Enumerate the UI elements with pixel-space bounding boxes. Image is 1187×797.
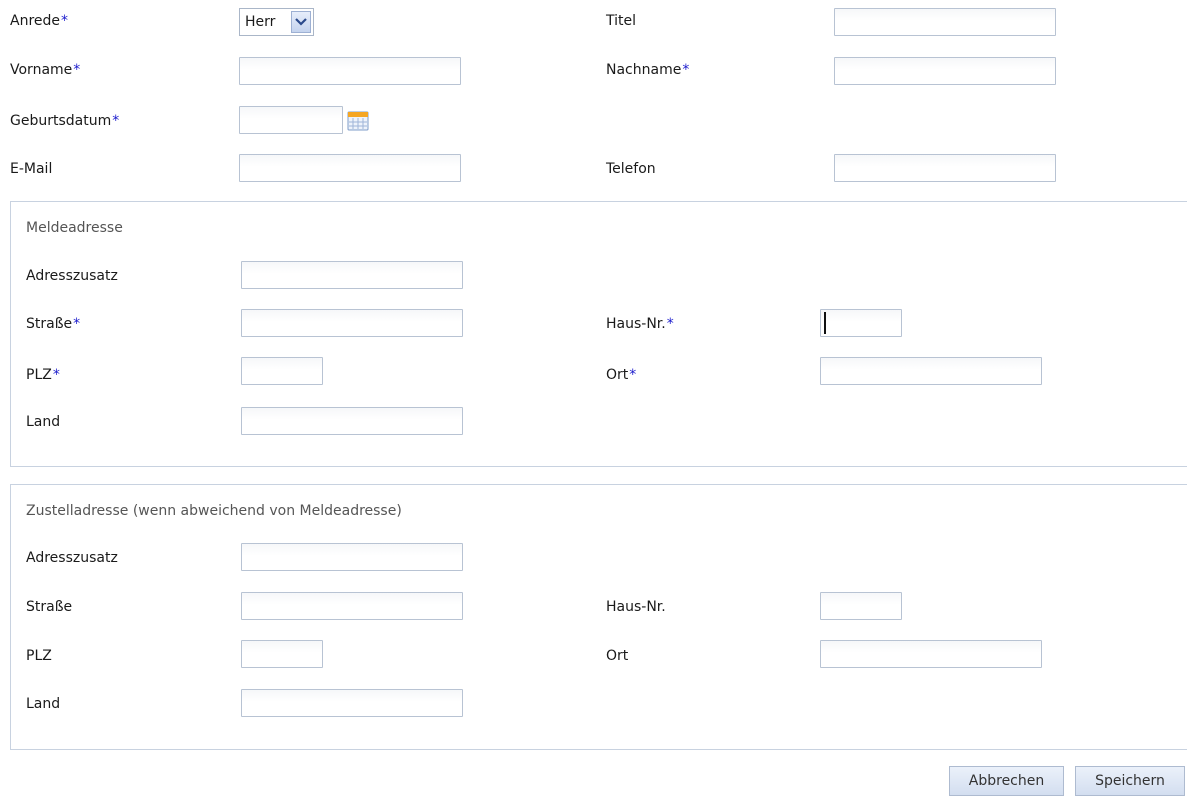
save-button[interactable]: Speichern xyxy=(1075,766,1185,796)
calendar-icon[interactable] xyxy=(346,109,370,133)
required-marker: * xyxy=(666,316,674,332)
text-cursor xyxy=(824,312,826,334)
zustell-ort-field[interactable] xyxy=(820,640,1042,668)
zustell-hausnr-label: Haus-Nr. xyxy=(606,599,666,615)
melde-plz-label: PLZ* xyxy=(26,367,60,383)
chevron-down-icon[interactable] xyxy=(291,11,311,33)
zustell-hausnr-field[interactable] xyxy=(820,592,902,620)
melde-adresszusatz-label: Adresszusatz xyxy=(26,268,118,284)
required-marker: * xyxy=(73,316,81,332)
zustelladresse-legend: Zustelladresse (wenn abweichend von Meld… xyxy=(26,503,402,519)
zustell-plz-field[interactable] xyxy=(241,640,323,668)
melde-hausnr-label: Haus-Nr.* xyxy=(606,316,674,332)
zustell-plz-label: PLZ xyxy=(26,648,52,664)
melde-adresszusatz-field[interactable] xyxy=(241,261,463,289)
telefon-field[interactable] xyxy=(834,154,1056,182)
cancel-button[interactable]: Abbrechen xyxy=(949,766,1064,796)
zustell-adresszusatz-label: Adresszusatz xyxy=(26,550,118,566)
geburtsdatum-field[interactable] xyxy=(239,106,343,134)
meldeadresse-section xyxy=(10,201,1187,467)
zustell-land-field[interactable] xyxy=(241,689,463,717)
anrede-selected-value: Herr xyxy=(245,14,276,30)
required-marker: * xyxy=(52,367,60,383)
anrede-select[interactable]: Herr xyxy=(239,8,314,36)
email-field[interactable] xyxy=(239,154,461,182)
zustell-ort-label: Ort xyxy=(606,648,629,664)
melde-land-field[interactable] xyxy=(241,407,463,435)
melde-strasse-label: Straße* xyxy=(26,316,81,332)
required-marker: * xyxy=(112,113,120,129)
required-marker: * xyxy=(61,13,69,29)
geburtsdatum-label: Geburtsdatum* xyxy=(10,113,120,129)
vorname-label: Vorname* xyxy=(10,62,81,78)
vorname-field[interactable] xyxy=(239,57,461,85)
melde-ort-field[interactable] xyxy=(820,357,1042,385)
melde-ort-label: Ort* xyxy=(606,367,637,383)
zustell-strasse-label: Straße xyxy=(26,599,73,615)
melde-hausnr-field[interactable] xyxy=(820,309,902,337)
anrede-label: Anrede* xyxy=(10,13,69,29)
required-marker: * xyxy=(73,62,81,78)
zustelladresse-section xyxy=(10,484,1187,750)
zustell-adresszusatz-field[interactable] xyxy=(241,543,463,571)
melde-strasse-field[interactable] xyxy=(241,309,463,337)
melde-plz-field[interactable] xyxy=(241,357,323,385)
email-label: E-Mail xyxy=(10,161,53,177)
nachname-field[interactable] xyxy=(834,57,1056,85)
meldeadresse-legend: Meldeadresse xyxy=(26,220,123,236)
nachname-label: Nachname* xyxy=(606,62,690,78)
titel-label: Titel xyxy=(606,13,637,29)
required-marker: * xyxy=(629,367,637,383)
zustell-strasse-field[interactable] xyxy=(241,592,463,620)
titel-field[interactable] xyxy=(834,8,1056,36)
melde-land-label: Land xyxy=(26,414,61,430)
zustell-land-label: Land xyxy=(26,696,61,712)
required-marker: * xyxy=(682,62,690,78)
telefon-label: Telefon xyxy=(606,161,656,177)
